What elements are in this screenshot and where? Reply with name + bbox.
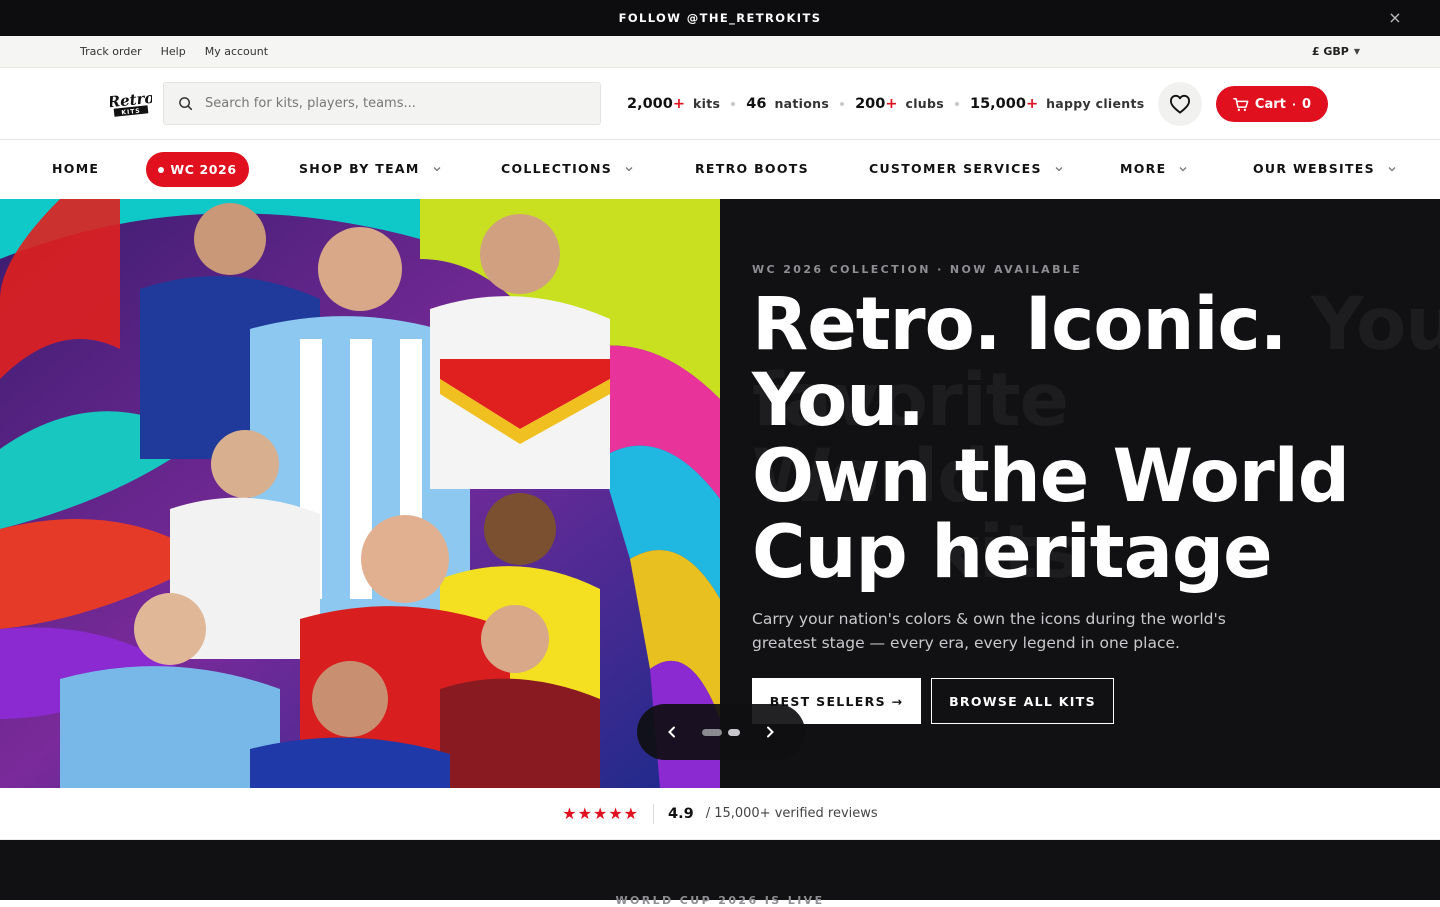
stat-clubs: 200 + clubs <box>855 96 944 112</box>
stat-plus: + <box>885 95 898 112</box>
review-count[interactable]: / 15,000+ verified reviews <box>706 806 878 821</box>
nav-label: RETRO BOOTS <box>695 161 809 176</box>
nav-collections[interactable]: COLLECTIONS <box>501 140 634 197</box>
reviews-strip: ★★★★★ 4.9 / 15,000+ verified reviews <box>0 788 1440 840</box>
headline-line: Retro. Iconic. <box>752 282 1288 367</box>
stat-label: nations <box>774 95 830 111</box>
chevron-down-icon <box>625 166 633 171</box>
headline-line: Cup heritage <box>752 510 1273 595</box>
track-order-link[interactable]: Track order <box>80 45 142 58</box>
my-account-link[interactable]: My account <box>205 45 268 58</box>
cart-icon <box>1233 97 1249 111</box>
chevron-down-icon <box>1055 166 1063 171</box>
stat-separator <box>731 101 736 106</box>
nav-label: CUSTOMER SERVICES <box>869 161 1042 176</box>
stat-label: happy clients <box>1046 95 1145 111</box>
help-link[interactable]: Help <box>161 45 186 58</box>
stat-label: kits <box>693 95 721 111</box>
carousel-dot[interactable] <box>728 728 740 736</box>
nav-home[interactable]: HOME <box>52 140 99 197</box>
site-logo[interactable]: Retro KITS <box>106 86 155 122</box>
stat-number: 46 <box>746 95 767 112</box>
caret-down-icon: ▼ <box>1353 47 1360 56</box>
nav-retro-boots[interactable]: RETRO BOOTS <box>695 140 809 197</box>
site-header: Retro KITS 2,000+kits 46nations 200+club… <box>0 68 1440 140</box>
stat-plus: + <box>672 95 686 112</box>
cart-separator: · <box>1291 97 1297 111</box>
currency-label: £ GBP <box>1311 45 1349 58</box>
carousel-controls <box>637 704 805 760</box>
stat-number: 2,000 <box>627 95 673 112</box>
stat-number: 200 <box>855 95 886 112</box>
chevron-down-icon <box>1388 166 1396 171</box>
cart-button[interactable]: Cart · 0 <box>1216 86 1328 122</box>
stat-plus: + <box>1025 95 1039 112</box>
search-box <box>163 82 601 125</box>
hero-image[interactable] <box>0 199 720 788</box>
hero-headline: Retro. Iconic. You. Own the World Cup he… <box>752 287 1432 591</box>
cart-label: Cart <box>1254 96 1286 112</box>
next-section: WORLD CUP 2026 IS LIVE <box>0 840 1440 907</box>
nav-label: MORE <box>1120 161 1167 176</box>
chevron-right-icon[interactable] <box>763 725 777 739</box>
announcement-text[interactable]: FOLLOW @THE_RETROKITS <box>619 11 822 25</box>
hero-content: Retro. Iconic. Your favorite World Cup k… <box>720 199 1440 788</box>
carousel-dot-active[interactable] <box>702 728 722 736</box>
legends-collage-image <box>0 199 720 788</box>
chevron-down-icon <box>1179 166 1187 171</box>
hero-banner: Retro. Iconic. Your favorite World Cup k… <box>0 199 1440 788</box>
chevron-down-icon <box>433 166 441 171</box>
stat-happy-clients: 15,000 + happy clients <box>970 96 1145 112</box>
nav-label: WC 2026 <box>170 162 237 177</box>
live-dot-icon <box>158 166 165 173</box>
utility-links: Track order Help My account <box>80 36 268 67</box>
announcement-bar: FOLLOW @THE_RETROKITS × <box>0 0 1440 36</box>
nav-shop-by-team[interactable]: SHOP BY TEAM <box>299 140 442 197</box>
utility-bar: Track order Help My account £ GBP ▼ <box>0 36 1440 68</box>
heart-icon <box>1169 94 1190 114</box>
chevron-left-icon[interactable] <box>665 725 679 739</box>
rating-stars-icon: ★★★★★ <box>562 804 639 823</box>
search-input[interactable] <box>205 96 585 111</box>
stat-separator <box>954 101 959 106</box>
stat-label: clubs <box>905 95 944 111</box>
search-icon <box>179 97 193 111</box>
stat-separator <box>840 101 845 106</box>
nav-label: COLLECTIONS <box>501 161 613 176</box>
nav-label: OUR WEBSITES <box>1253 161 1375 176</box>
headline-line: You. <box>752 358 925 443</box>
nav-more[interactable]: MORE <box>1120 140 1188 197</box>
section-eyebrow: WORLD CUP 2026 IS LIVE <box>615 894 825 907</box>
nav-label: HOME <box>52 161 100 176</box>
divider <box>653 803 654 824</box>
stat-nations: 46 nations <box>746 96 829 112</box>
headline-line: Own the World <box>752 434 1350 519</box>
stat-number: 15,000 <box>969 95 1026 112</box>
nav-customer-services[interactable]: CUSTOMER SERVICES <box>869 140 1064 197</box>
wishlist-button[interactable] <box>1158 82 1202 126</box>
currency-selector[interactable]: £ GBP ▼ <box>1312 36 1360 67</box>
svg-text:KITS: KITS <box>121 108 141 117</box>
hero-eyebrow: WC 2026 COLLECTION · NOW AVAILABLE <box>752 263 1083 276</box>
close-icon[interactable]: × <box>1386 9 1404 27</box>
nav-our-websites[interactable]: OUR WEBSITES <box>1253 140 1397 197</box>
stats-bar: 2,000 + kits 46 nations 200 + clubs 15,000 + ha… <box>627 68 1145 139</box>
browse-all-kits-button[interactable]: BROWSE ALL KITS <box>931 678 1114 724</box>
nav-wc-2026[interactable]: WC 2026 <box>146 152 249 187</box>
cart-count: 0 <box>1302 96 1312 112</box>
nav-label: SHOP BY TEAM <box>299 161 420 176</box>
carousel-dots <box>702 728 740 736</box>
stat-kits: 2,000 + kits <box>627 96 720 112</box>
hero-subtitle: Carry your nation's colors & own the ico… <box>752 610 1226 652</box>
main-nav: HOME WC 2026 SHOP BY TEAM COLLECTIONS RE… <box>0 140 1440 199</box>
rating-score: 4.9 <box>668 805 694 822</box>
